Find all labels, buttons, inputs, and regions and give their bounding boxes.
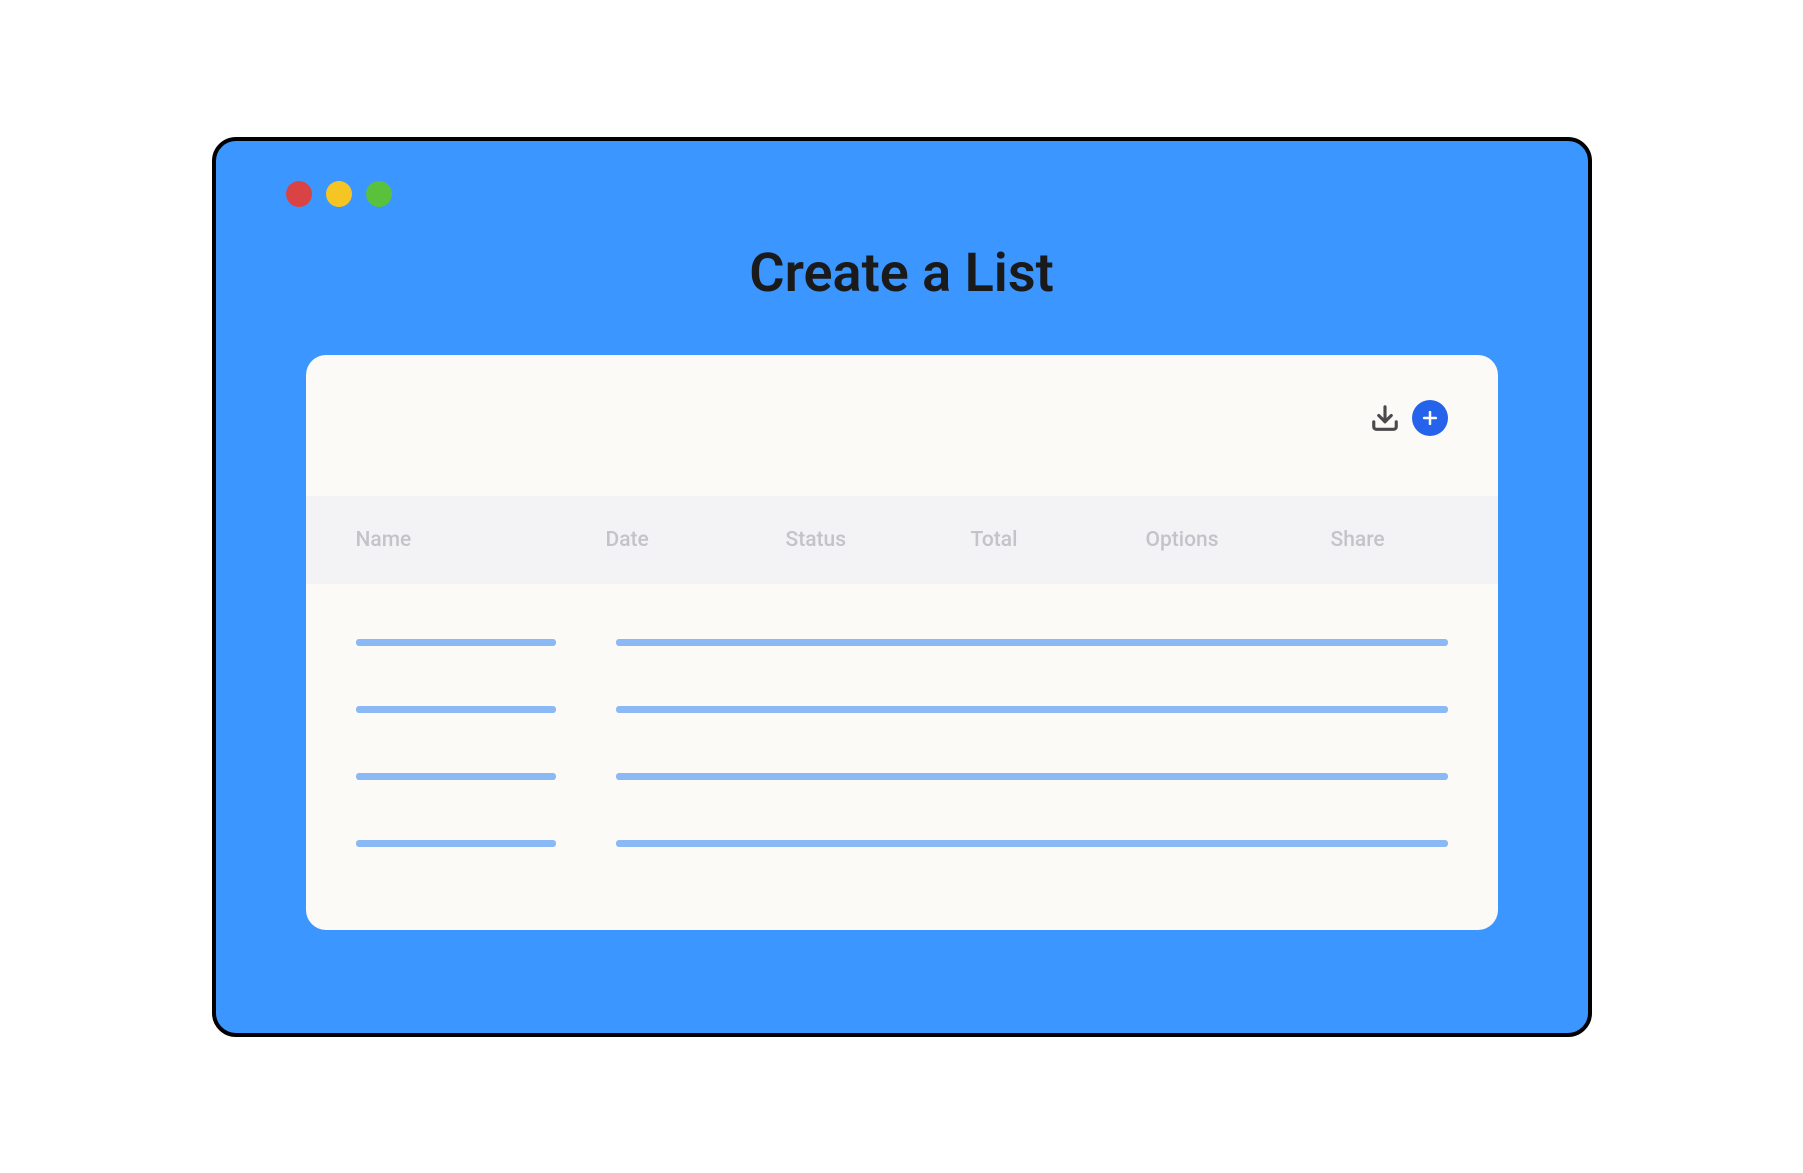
skeleton-row [356, 706, 1448, 713]
column-header-total[interactable]: Total [971, 528, 1146, 552]
skeleton-row [356, 840, 1448, 847]
page-title: Create a List [216, 242, 1588, 305]
skeleton-placeholder [356, 840, 556, 847]
minimize-window-button[interactable] [326, 181, 352, 207]
skeleton-placeholder [616, 840, 1448, 847]
list-card: Name Date Status Total Options Share [306, 355, 1498, 930]
skeleton-row [356, 773, 1448, 780]
skeleton-placeholder [356, 773, 556, 780]
plus-icon [1420, 408, 1440, 428]
download-button[interactable] [1368, 401, 1402, 435]
window-controls [216, 141, 1588, 207]
card-toolbar [306, 355, 1498, 496]
app-window: Create a List Name Date Status [212, 137, 1592, 1037]
column-header-status[interactable]: Status [786, 528, 971, 552]
skeleton-placeholder [616, 639, 1448, 646]
skeleton-placeholder [616, 706, 1448, 713]
download-icon [1370, 403, 1400, 433]
maximize-window-button[interactable] [366, 181, 392, 207]
column-header-share[interactable]: Share [1331, 528, 1448, 552]
add-button[interactable] [1412, 400, 1448, 436]
close-window-button[interactable] [286, 181, 312, 207]
table-body [306, 584, 1498, 847]
skeleton-placeholder [356, 639, 556, 646]
column-header-name[interactable]: Name [356, 528, 606, 552]
table-header: Name Date Status Total Options Share [306, 496, 1498, 584]
column-header-date[interactable]: Date [606, 528, 786, 552]
skeleton-placeholder [616, 773, 1448, 780]
skeleton-row [356, 639, 1448, 646]
column-header-options[interactable]: Options [1146, 528, 1331, 552]
skeleton-placeholder [356, 706, 556, 713]
